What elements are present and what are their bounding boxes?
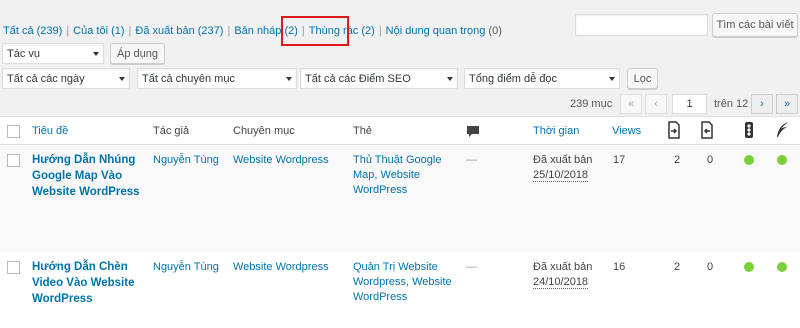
outgoing-links-icon[interactable]: [666, 121, 682, 139]
date-filter-value: Tất cả các ngày: [7, 72, 85, 85]
filter-important-count: (0): [488, 25, 502, 37]
filter-important[interactable]: Nội dung quan trọng: [386, 25, 486, 37]
select-all-checkbox[interactable]: [7, 125, 20, 138]
post-tags[interactable]: Quản Trị Website Wordpress, Website WordPr…: [353, 260, 452, 305]
filter-button[interactable]: Lọc: [627, 68, 658, 89]
search-posts-button[interactable]: Tìm các bài viết: [712, 13, 798, 37]
seo-score-dot: [744, 262, 754, 272]
post-category[interactable]: Website Wordpress: [233, 260, 329, 275]
chevron-down-icon: [447, 76, 453, 81]
items-count: 239 mục: [570, 98, 613, 110]
date-filter-select[interactable]: Tất cả các ngày: [2, 68, 130, 89]
post-comments: —: [466, 154, 477, 166]
post-author[interactable]: Nguyễn Tùng: [153, 260, 219, 275]
post-author[interactable]: Nguyễn Tùng: [153, 153, 219, 168]
seo-score-dot: [744, 155, 754, 165]
search-input[interactable]: [575, 14, 708, 36]
column-views[interactable]: Views: [612, 125, 641, 137]
table-row: Hướng Dẫn Chèn Video Vào Website WordPress…: [0, 253, 800, 328]
row-checkbox[interactable]: [7, 261, 20, 274]
filter-mine[interactable]: Của tôi (1): [73, 25, 124, 37]
post-title-link[interactable]: Hướng Dẫn Nhúng Google Map Vào Website Wor…: [32, 152, 140, 200]
chevron-down-icon: [93, 51, 99, 56]
comment-icon[interactable]: [465, 123, 481, 141]
readability-feather-icon[interactable]: [774, 121, 790, 139]
chevron-down-icon: [119, 76, 125, 81]
filter-all[interactable]: Tất cả (239): [3, 25, 62, 37]
status-filter-links: Tất cả (239) | Của tôi (1) | Đã xuất bản (23…: [3, 25, 502, 37]
posts-table: Tiêu đề Tác giả Chuyên mục Thẻ Thời gian…: [0, 116, 800, 328]
row-checkbox[interactable]: [7, 154, 20, 167]
filter-published[interactable]: Đã xuất bản (237): [135, 25, 223, 37]
post-title-link[interactable]: Hướng Dẫn Chèn Video Vào Website WordPress: [32, 259, 140, 307]
incoming-links-icon[interactable]: [699, 121, 715, 139]
table-row: Hướng Dẫn Nhúng Google Map Vào Website Wor…: [0, 146, 800, 252]
chevron-down-icon: [286, 76, 292, 81]
post-views: 16: [613, 261, 626, 273]
post-date: Đã xuất bản 25/10/2018: [533, 154, 593, 182]
readability-filter-select[interactable]: Tổng điểm dễ đọc: [464, 68, 620, 89]
last-page-button[interactable]: »: [776, 94, 798, 114]
post-views: 17: [613, 154, 626, 166]
column-author: Tác giả: [153, 125, 190, 137]
table-header: Tiêu đề Tác giả Chuyên mục Thẻ Thời gian…: [0, 117, 800, 145]
column-title[interactable]: Tiêu đề: [32, 125, 68, 137]
bulk-action-value: Tác vụ: [7, 47, 41, 60]
category-filter-value: Tất cả chuyên mục: [142, 72, 235, 85]
post-tags[interactable]: Thủ Thuật Google Map, Website WordPress: [353, 153, 441, 198]
post-links-out: 2: [674, 261, 681, 273]
seo-traffic-light-icon[interactable]: [741, 121, 757, 139]
seo-filter-select[interactable]: Tất cả các Điểm SEO: [300, 68, 458, 89]
post-links-out: 2: [674, 154, 681, 166]
bulk-action-select[interactable]: Tác vụ: [2, 43, 104, 64]
category-filter-select[interactable]: Tất cả chuyên mục: [137, 68, 297, 89]
first-page-button[interactable]: «: [620, 94, 642, 114]
current-page-input[interactable]: 1: [672, 94, 707, 114]
post-date: Đã xuất bản 24/10/2018: [533, 261, 593, 289]
column-date[interactable]: Thời gian: [533, 125, 579, 137]
readability-score-dot: [777, 155, 787, 165]
column-tags: Thẻ: [353, 125, 372, 137]
post-links-in: 0: [707, 261, 714, 273]
readability-score-dot: [777, 262, 787, 272]
prev-page-button[interactable]: ‹: [645, 94, 667, 114]
seo-filter-value: Tất cả các Điểm SEO: [305, 72, 411, 85]
total-pages: trên 12: [714, 98, 749, 110]
post-category[interactable]: Website Wordpress: [233, 153, 329, 168]
apply-button[interactable]: Áp dụng: [110, 43, 165, 64]
readability-filter-value: Tổng điểm dễ đọc: [469, 72, 558, 85]
chevron-down-icon: [609, 76, 615, 81]
next-page-button[interactable]: ›: [751, 94, 773, 114]
post-links-in: 0: [707, 154, 714, 166]
post-comments: —: [466, 261, 477, 273]
column-category: Chuyên mục: [233, 125, 295, 137]
trash-highlight-box: [281, 16, 349, 46]
